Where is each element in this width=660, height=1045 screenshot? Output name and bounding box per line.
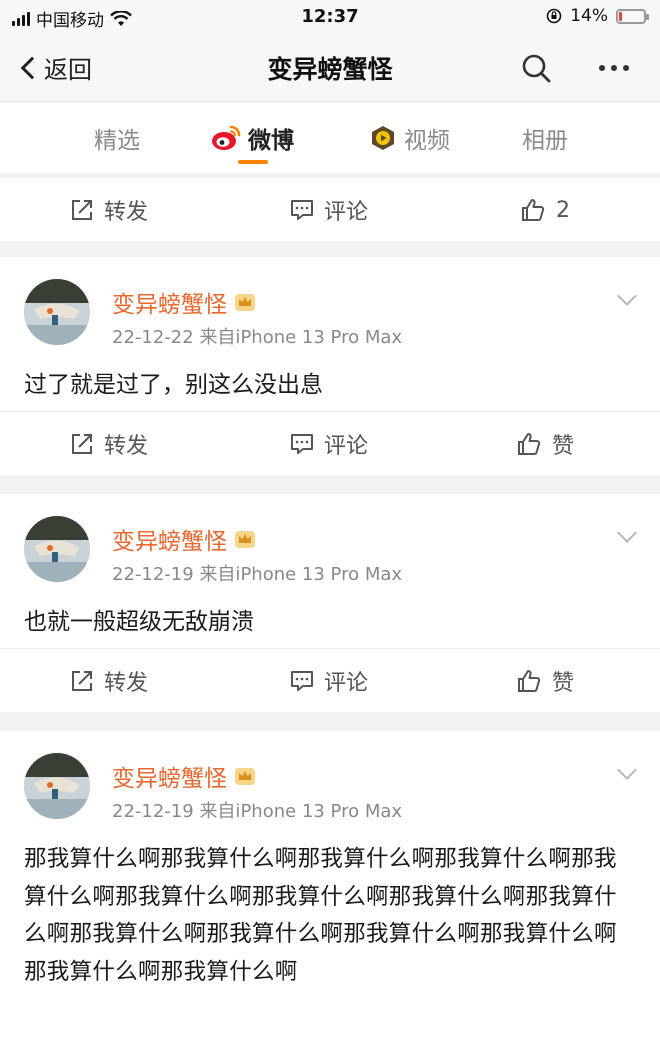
- post-card: 变异螃蟹怪 22-12-19 来自iPhone 13 Pro Max 那我算什么…: [0, 731, 660, 1045]
- thumbs-up-icon: [522, 199, 545, 221]
- comment-button[interactable]: 评论: [290, 649, 368, 713]
- avatar[interactable]: [24, 516, 90, 582]
- post-meta: 22-12-19 来自iPhone 13 Pro Max: [112, 797, 402, 823]
- post-date: 22-12-19: [112, 801, 194, 822]
- avatar[interactable]: [24, 279, 90, 345]
- tab-video[interactable]: 视频: [368, 121, 450, 155]
- repost-button[interactable]: 转发: [70, 649, 148, 713]
- tab-featured[interactable]: 精选: [94, 121, 140, 155]
- post-source: 来自iPhone 13 Pro Max: [199, 564, 403, 585]
- author-name[interactable]: 变异螃蟹怪: [112, 759, 257, 793]
- comment-button[interactable]: 评论: [290, 412, 368, 476]
- repost-label: 转发: [104, 671, 149, 696]
- avatar[interactable]: [24, 753, 90, 819]
- tab-weibo[interactable]: 微博: [210, 121, 294, 155]
- battery-fill: [619, 11, 623, 21]
- battery-icon: [616, 8, 649, 24]
- battery-percent: 14%: [570, 6, 608, 26]
- comment-icon: [291, 434, 313, 454]
- post-action-bar: 转发 评论 赞: [0, 648, 660, 712]
- post-date: 22-12-19: [112, 564, 194, 585]
- repost-button[interactable]: 转发: [70, 178, 148, 242]
- tab-label: 视频: [404, 128, 450, 154]
- chevron-down-icon[interactable]: [617, 523, 637, 543]
- crown-badge-icon: [235, 531, 255, 548]
- author-name[interactable]: 变异螃蟹怪: [112, 285, 257, 319]
- tab-label: 相册: [522, 128, 568, 154]
- chevron-down-icon[interactable]: [617, 286, 637, 306]
- more-icon[interactable]: [592, 54, 636, 82]
- weibo-logo-icon: [212, 125, 241, 150]
- like-button[interactable]: 2: [520, 178, 570, 242]
- status-bar: 中国移动 12:37 14%: [0, 0, 660, 34]
- top-post-action-bar: 转发 评论 2: [0, 177, 660, 241]
- comment-icon: [291, 671, 313, 691]
- back-label: 返回: [44, 56, 92, 84]
- like-count: 2: [556, 197, 570, 223]
- like-label: 赞: [552, 434, 575, 459]
- orientation-lock-icon: [546, 8, 562, 24]
- back-button[interactable]: 返回: [18, 50, 92, 85]
- comment-label: 评论: [324, 434, 369, 459]
- repost-icon: [72, 200, 92, 220]
- post-text: 那我算什么啊那我算什么啊那我算什么啊那我算什么啊那我算什么啊那我算什么啊那我算什…: [24, 846, 617, 985]
- thumbs-up-icon: [518, 670, 541, 692]
- author-name[interactable]: 变异螃蟹怪: [112, 522, 257, 556]
- comment-label: 评论: [324, 200, 369, 225]
- post-card: 变异螃蟹怪 22-12-22 来自iPhone 13 Pro Max 过了就是过…: [0, 257, 660, 475]
- status-right: 14%: [546, 6, 649, 26]
- like-button[interactable]: 赞: [516, 649, 574, 713]
- crown-badge-icon: [235, 768, 255, 785]
- search-icon[interactable]: [520, 52, 552, 84]
- repost-icon: [72, 671, 92, 691]
- post-meta: 22-12-22 来自iPhone 13 Pro Max: [112, 323, 402, 349]
- profile-tabs: 精选 微博 视频 相册: [0, 103, 660, 173]
- author-label: 变异螃蟹怪: [112, 529, 227, 555]
- chevron-left-icon: [20, 56, 44, 79]
- navigation-bar: 返回 变异螃蟹怪: [0, 34, 660, 102]
- comment-icon: [291, 200, 313, 220]
- tab-label: 精选: [94, 128, 140, 154]
- thumbs-up-icon: [518, 433, 541, 455]
- comment-button[interactable]: 评论: [290, 178, 368, 242]
- post-card: 变异螃蟹怪 22-12-19 来自iPhone 13 Pro Max 也就一般超…: [0, 494, 660, 712]
- post-action-bar: 转发 评论 赞: [0, 411, 660, 475]
- repost-label: 转发: [104, 434, 149, 459]
- page-title: 变异螃蟹怪: [267, 55, 393, 84]
- repost-label: 转发: [104, 200, 149, 225]
- tab-album[interactable]: 相册: [522, 121, 568, 155]
- tab-label: 微博: [248, 128, 294, 154]
- like-label: 赞: [552, 671, 575, 696]
- author-label: 变异螃蟹怪: [112, 766, 227, 792]
- post-text: 过了就是过了，别这么没出息: [24, 372, 323, 398]
- post-meta: 22-12-19 来自iPhone 13 Pro Max: [112, 560, 402, 586]
- post-source: 来自iPhone 13 Pro Max: [199, 327, 403, 348]
- active-tab-indicator: [238, 160, 268, 164]
- comment-label: 评论: [324, 671, 369, 696]
- post-date: 22-12-22: [112, 327, 194, 348]
- repost-button[interactable]: 转发: [70, 412, 148, 476]
- chevron-down-icon[interactable]: [617, 760, 637, 780]
- post-source: 来自iPhone 13 Pro Max: [199, 801, 403, 822]
- post-text: 也就一般超级无敌崩溃: [24, 609, 254, 635]
- video-icon: [372, 126, 394, 150]
- author-label: 变异螃蟹怪: [112, 292, 227, 318]
- repost-icon: [72, 434, 92, 454]
- crown-badge-icon: [235, 294, 255, 311]
- like-button[interactable]: 赞: [516, 412, 574, 476]
